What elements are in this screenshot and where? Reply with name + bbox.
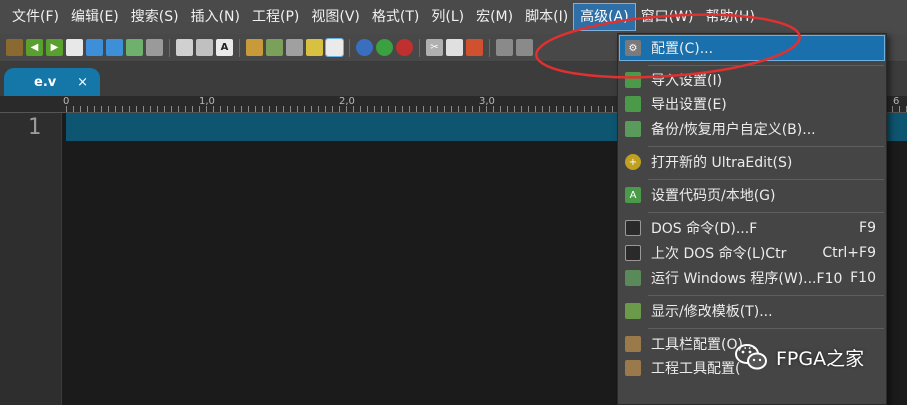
grip-icon (6, 39, 23, 56)
menu-advanced[interactable]: 高级(A) (573, 3, 636, 31)
menu-separator (648, 179, 884, 180)
column-mode-icon[interactable] (286, 39, 303, 56)
menu-item-code-page[interactable]: A 设置代码页/本地(G) (620, 183, 884, 207)
template-icon (625, 303, 641, 319)
line-number-gutter: 1 (0, 113, 62, 405)
menu-item-shortcut: F9 (859, 220, 876, 236)
menu-item-label: 导入设置(I) (651, 73, 723, 89)
back-arrow-icon[interactable]: ◀ (26, 39, 43, 56)
menu-item-last-dos-command[interactable]: 上次 DOS 命令(L)Ctr Ctrl+F9 (620, 241, 884, 265)
menu-file[interactable]: 文件(F) (6, 4, 65, 30)
run-icon (625, 270, 641, 286)
print-icon[interactable] (176, 39, 193, 56)
toolbar-separator (239, 38, 240, 57)
menu-view[interactable]: 视图(V) (305, 4, 366, 30)
close-icon[interactable]: × (77, 75, 88, 90)
backup-icon (625, 121, 641, 137)
watermark: FPGA之家 (734, 343, 864, 371)
menu-help[interactable]: 帮助(H) (699, 4, 760, 30)
menu-project[interactable]: 工程(P) (246, 4, 305, 30)
dos-icon (625, 220, 641, 236)
open-folder-icon[interactable] (86, 39, 103, 56)
menu-separator (648, 146, 884, 147)
open-recent-icon[interactable] (106, 39, 123, 56)
menu-item-label: 打开新的 UltraEdit(S) (651, 155, 793, 171)
file-tab-label: e.v (34, 74, 57, 90)
toolbar-config-icon (625, 336, 641, 352)
menu-item-label: 配置(C)... (651, 41, 714, 57)
menu-item-shortcut: Ctrl+F9 (822, 245, 876, 261)
menu-item-label: 运行 Windows 程序(W)...F10 (651, 271, 843, 287)
tool-green-icon[interactable] (376, 39, 393, 56)
menu-window[interactable]: 窗口(W) (635, 4, 700, 30)
new-file-icon[interactable] (66, 39, 83, 56)
replace-icon[interactable] (516, 39, 533, 56)
list-icon[interactable] (246, 39, 263, 56)
print-preview-icon[interactable] (196, 39, 213, 56)
menu-edit[interactable]: 编辑(E) (65, 4, 125, 30)
menu-item-shortcut: F10 (850, 270, 876, 286)
save-icon[interactable] (126, 39, 143, 56)
menu-item-label: 显示/修改模板(T)... (651, 304, 773, 320)
menu-item-export-settings[interactable]: 导出设置(E) (620, 92, 884, 116)
toolbar-separator (419, 38, 420, 57)
font-icon[interactable]: A (216, 39, 233, 56)
menu-item-configuration[interactable]: ⚙ 配置(C)... (619, 35, 885, 61)
menu-separator (648, 295, 884, 296)
menu-column[interactable]: 列(L) (425, 4, 470, 30)
menu-item-backup-restore[interactable]: 备份/恢复用户自定义(B)... (620, 117, 884, 141)
menu-format[interactable]: 格式(T) (366, 4, 425, 30)
hex-mode-icon[interactable] (306, 39, 323, 56)
menu-search[interactable]: 搜索(S) (125, 4, 185, 30)
import-icon (625, 72, 641, 88)
menu-separator (648, 65, 884, 66)
tool-red-icon[interactable] (396, 39, 413, 56)
export-icon (625, 96, 641, 112)
paste-icon[interactable] (466, 39, 483, 56)
save-all-icon[interactable] (146, 39, 163, 56)
menu-macro[interactable]: 宏(M) (470, 4, 519, 30)
new-instance-icon: + (625, 154, 641, 170)
toolbar-separator (489, 38, 490, 57)
menu-item-label: 备份/恢复用户自定义(B)... (651, 122, 816, 138)
menu-separator (648, 212, 884, 213)
menu-item-import-settings[interactable]: 导入设置(I) (620, 68, 884, 92)
word-wrap-icon[interactable] (325, 38, 344, 57)
wechat-icon (735, 344, 767, 370)
menu-item-new-instance[interactable]: + 打开新的 UltraEdit(S) (620, 150, 884, 174)
menu-insert[interactable]: 插入(N) (185, 4, 246, 30)
toolbar-separator (349, 38, 350, 57)
menu-item-label: DOS 命令(D)...F (651, 221, 758, 237)
menu-bar: 文件(F) 编辑(E) 搜索(S) 插入(N) 工程(P) 视图(V) 格式(T… (0, 0, 907, 34)
dos-last-icon (625, 245, 641, 261)
gear-icon: ⚙ (625, 40, 641, 56)
project-tool-icon (625, 360, 641, 376)
menu-item-dos-command[interactable]: DOS 命令(D)...F F9 (620, 216, 884, 240)
menu-item-run-windows-program[interactable]: 运行 Windows 程序(W)...F10 F10 (620, 266, 884, 290)
menu-script[interactable]: 脚本(I) (519, 4, 574, 30)
line-number: 1 (27, 115, 41, 140)
file-tab[interactable]: e.v × (4, 68, 100, 96)
menu-item-label: 上次 DOS 命令(L)Ctr (651, 246, 787, 262)
menu-item-templates[interactable]: 显示/修改模板(T)... (620, 299, 884, 323)
menu-separator (648, 328, 884, 329)
watermark-text: FPGA之家 (776, 347, 865, 370)
menu-item-label: 导出设置(E) (651, 97, 727, 113)
toolbar-separator (169, 38, 170, 57)
cut-icon[interactable]: ✂ (426, 39, 443, 56)
codepage-icon: A (625, 187, 641, 203)
forward-arrow-icon[interactable]: ▶ (46, 39, 63, 56)
copy-icon[interactable] (446, 39, 463, 56)
tool-blue-icon[interactable] (356, 39, 373, 56)
function-list-icon[interactable] (266, 39, 283, 56)
menu-item-label: 设置代码页/本地(G) (651, 188, 776, 204)
find-icon[interactable] (496, 39, 513, 56)
